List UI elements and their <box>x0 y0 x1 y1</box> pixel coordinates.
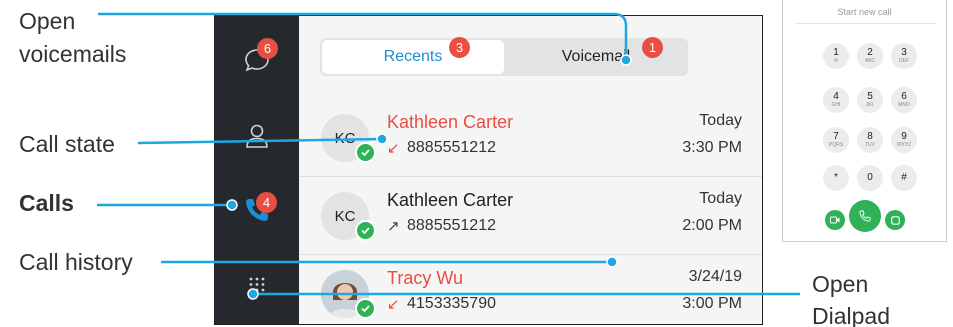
dialpad-key[interactable]: 4 GHI <box>823 87 849 113</box>
dialpad-icon <box>249 277 265 297</box>
key-letters: JKL <box>865 102 875 108</box>
key-letters: DEF <box>899 58 909 64</box>
phone-icon <box>859 210 871 222</box>
key-letters: WXYZ <box>896 142 912 148</box>
dialpad-key[interactable]: 3 DEF <box>891 43 917 69</box>
call-day: Today <box>699 112 742 129</box>
outgoing-call-arrow-icon: ↗ <box>387 218 400 235</box>
annotation-line: Dialpad <box>812 303 890 327</box>
dialpad-key[interactable]: 7 PQRS <box>823 127 849 153</box>
call-history-row[interactable]: Tracy Wu ↙ 4153335790 3/24/19 3:00 PM <box>299 254 762 324</box>
sidebar-item-dialpad[interactable] <box>215 256 299 316</box>
call-history-row[interactable]: KC Kathleen Carter ↗ 8885551212 Today 2:… <box>299 176 762 254</box>
share-screen-icon <box>890 215 900 225</box>
key-letters: ✉ <box>833 58 839 64</box>
key-letters: PQRS <box>828 142 844 148</box>
key-digit: 6 <box>901 91 907 102</box>
caller-name: Kathleen Carter <box>387 190 514 210</box>
caller-number: 8885551212 <box>407 139 496 156</box>
presence-available-icon <box>355 142 376 163</box>
call-day: Today <box>699 190 742 207</box>
caller-number: 8885551212 <box>407 217 496 234</box>
presence-available-icon <box>355 298 376 319</box>
sidebar-item-contacts[interactable] <box>215 106 299 166</box>
key-digit: 3 <box>901 47 907 58</box>
dialpad-input-line[interactable] <box>795 23 936 24</box>
key-letters: GHI <box>831 102 841 108</box>
call-time: 2:00 PM <box>682 217 742 234</box>
missed-call-arrow-icon: ↙ <box>387 140 400 157</box>
annotation-call-history: Call history <box>19 249 133 275</box>
video-camera-icon <box>830 216 840 224</box>
key-digit: 4 <box>833 91 839 102</box>
person-icon <box>246 124 268 148</box>
tab-recents-label: Recents <box>383 48 443 65</box>
key-digit: 7 <box>833 131 839 142</box>
sidebar-item-calls[interactable]: 4 <box>215 180 299 240</box>
tab-voicemail-label: Voicemail <box>561 48 631 65</box>
key-digit: 5 <box>867 91 873 102</box>
tab-recents[interactable]: Recents <box>322 40 504 74</box>
caller-name: Tracy Wu <box>387 268 464 288</box>
key-digit: 9 <box>901 131 907 142</box>
call-time: 3:30 PM <box>682 139 742 156</box>
voicemail-tab-badge: 1 <box>642 37 663 58</box>
caller-name: Kathleen Carter <box>387 112 514 132</box>
audio-call-button[interactable] <box>849 200 881 232</box>
dialpad-key[interactable]: 5 JKL <box>857 87 883 113</box>
dialpad-key[interactable]: 0 <box>857 165 883 191</box>
key-digit: 0 <box>867 172 873 183</box>
recents-voicemail-tabs: Recents 3 Voicemail 1 <box>320 37 688 76</box>
presence-available-icon <box>355 220 376 241</box>
video-call-button[interactable] <box>825 210 845 230</box>
call-history-row[interactable]: KC Kathleen Carter ↙ 8885551212 Today 3:… <box>299 98 762 176</box>
dialpad-key[interactable]: # <box>891 165 917 191</box>
caller-number-line: ↗ 8885551212 <box>387 217 496 235</box>
dialpad-key[interactable]: 9 WXYZ <box>891 127 917 153</box>
call-day: 3/24/19 <box>688 268 742 285</box>
key-digit: * <box>834 172 838 183</box>
key-letters: ABC <box>864 58 876 64</box>
key-digit: 1 <box>833 47 839 58</box>
dialpad-key[interactable]: * <box>823 165 849 191</box>
annotation-call-state: Call state <box>19 131 115 157</box>
voicemail-count-badge: 6 <box>257 38 278 59</box>
annotation-open-voicemails: Open voicemails <box>19 7 126 68</box>
share-screen-button[interactable] <box>885 210 905 230</box>
dialpad-panel: Start new call 1 ✉ 2 ABC 3 DEF 4 GHI 5 JKL 6M… <box>782 0 947 242</box>
caller-number: 4153335790 <box>407 295 496 312</box>
recents-count-badge: 3 <box>449 37 470 58</box>
key-digit: 2 <box>867 47 873 58</box>
annotation-open-dialpad: Open Dialpad <box>812 270 890 327</box>
annotation-line: Open <box>19 8 76 34</box>
dialpad-key[interactable]: 1 ✉ <box>823 43 849 69</box>
dialpad-key[interactable]: 6 MNO <box>891 87 917 113</box>
key-digit: 8 <box>867 131 873 142</box>
caller-number-line: ↙ 4153335790 <box>387 295 496 313</box>
annotation-line: voicemails <box>19 41 127 67</box>
sidebar-item-voicemails[interactable]: 6 <box>215 30 299 90</box>
calls-app-window: 6 4 Recents 3 Voicemail 1 KC Kathleen Ca… <box>214 15 763 325</box>
key-digit: # <box>901 172 907 183</box>
dialpad-key[interactable]: 8 TUV <box>857 127 883 153</box>
missed-call-arrow-icon: ↙ <box>387 296 400 313</box>
sidebar: 6 4 <box>215 16 299 324</box>
key-letters: TUV <box>865 142 875 148</box>
call-time: 3:00 PM <box>682 295 742 312</box>
annotation-line: Open <box>812 271 869 297</box>
dialpad-title: Start new call <box>837 7 892 17</box>
calls-count-badge: 4 <box>256 192 277 213</box>
annotation-calls: Calls <box>19 190 74 216</box>
dialpad-key[interactable]: 2 ABC <box>857 43 883 69</box>
caller-number-line: ↙ 8885551212 <box>387 139 496 157</box>
key-letters: MNO <box>898 102 910 108</box>
